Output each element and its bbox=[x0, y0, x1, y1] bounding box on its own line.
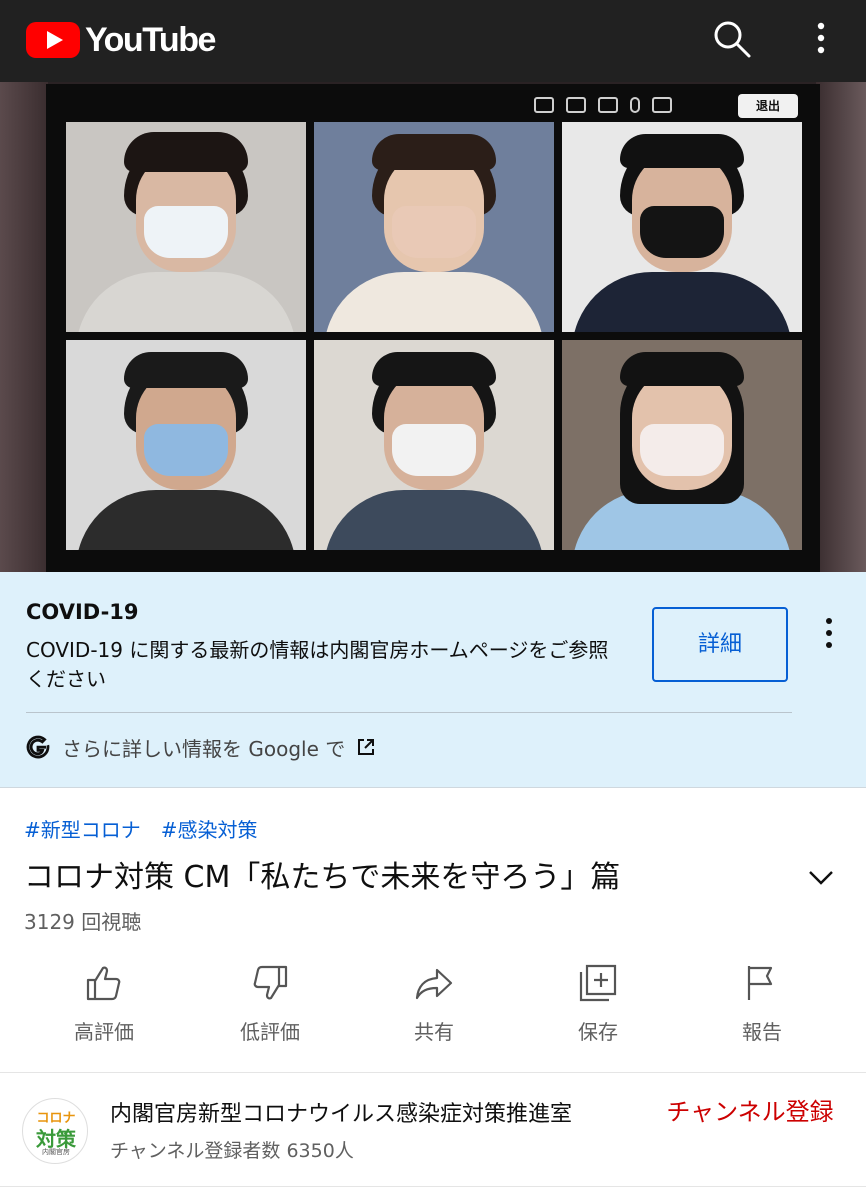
video-title[interactable]: コロナ対策 CM「私たちで未来を守ろう」篇 bbox=[24, 852, 620, 896]
participant-tile bbox=[66, 340, 306, 550]
channel-avatar[interactable]: コロナ 対策 内閣官房 bbox=[22, 1098, 88, 1164]
action-label: 低評価 bbox=[240, 1020, 300, 1044]
save-playlist-icon bbox=[579, 964, 617, 1002]
meeting-leave-button: 退出 bbox=[738, 94, 798, 118]
flag-icon bbox=[747, 966, 773, 1000]
mic-icon bbox=[630, 97, 640, 113]
participant-tile bbox=[562, 122, 802, 332]
external-link-icon bbox=[358, 739, 375, 755]
google-g-icon bbox=[26, 735, 50, 759]
avatar-text: 内閣官房 bbox=[42, 1148, 70, 1156]
report-button[interactable]: 報告 bbox=[702, 962, 822, 1045]
search-icon[interactable] bbox=[712, 19, 752, 59]
hashtag-link[interactable]: #感染対策 bbox=[161, 814, 258, 843]
action-label: 報告 bbox=[742, 1020, 782, 1044]
video-call-screen: 退出 bbox=[46, 84, 820, 572]
participant-tile bbox=[314, 340, 554, 550]
divider bbox=[0, 1072, 866, 1073]
participant-tile bbox=[66, 122, 306, 332]
participant-tile bbox=[314, 122, 554, 332]
action-label: 保存 bbox=[578, 1020, 618, 1044]
subscriber-count: チャンネル登録者数 6350人 bbox=[110, 1140, 354, 1162]
camera-icon bbox=[652, 97, 672, 113]
participant-tile bbox=[562, 340, 802, 550]
logo-text: YouTube bbox=[85, 20, 216, 59]
share-icon bbox=[415, 968, 453, 1000]
google-search-link[interactable]: さらに詳しい情報を Google で bbox=[26, 730, 375, 764]
action-label: 共有 bbox=[414, 1020, 454, 1044]
info-panel-title: COVID-19 bbox=[26, 600, 139, 624]
action-bar: 高評価 低評価 共有 保存 報告 bbox=[24, 962, 842, 1058]
info-panel-more-icon[interactable] bbox=[818, 613, 840, 653]
divider bbox=[0, 1186, 866, 1187]
thumbs-down-icon bbox=[253, 965, 288, 1000]
video-background-left bbox=[0, 82, 48, 572]
info-panel-body: COVID-19 に関する最新の情報は内閣官房ホームページをご参照ください bbox=[26, 638, 609, 691]
more-vert-icon[interactable] bbox=[806, 18, 836, 58]
save-button[interactable]: 保存 bbox=[538, 962, 658, 1045]
chat-icon bbox=[566, 97, 586, 113]
youtube-logo[interactable]: YouTube bbox=[26, 20, 216, 60]
details-button[interactable]: 詳細 bbox=[652, 607, 788, 682]
youtube-play-logo-icon bbox=[26, 22, 80, 58]
channel-name[interactable]: 内閣官房新型コロナウイルス感染症対策推進室 bbox=[110, 1096, 640, 1128]
video-player[interactable]: 退出 bbox=[0, 82, 866, 572]
view-count: 3129 回視聴 bbox=[24, 910, 142, 934]
chevron-down-icon[interactable] bbox=[806, 862, 836, 892]
like-button[interactable]: 高評価 bbox=[44, 962, 164, 1045]
dislike-button[interactable]: 低評価 bbox=[210, 962, 330, 1045]
screen-share-icon bbox=[598, 97, 618, 113]
thumbs-up-icon bbox=[86, 966, 121, 1001]
subscribe-button[interactable]: チャンネル登録 bbox=[664, 1098, 836, 1126]
google-link-text: さらに詳しい情報を Google で bbox=[62, 736, 346, 761]
participants-icon bbox=[534, 97, 554, 113]
info-panel-divider bbox=[26, 712, 792, 713]
top-app-bar: YouTube bbox=[0, 0, 866, 82]
hashtag-link[interactable]: #新型コロナ bbox=[24, 814, 141, 843]
hashtag-list: #新型コロナ #感染対策 bbox=[24, 814, 258, 843]
action-label: 高評価 bbox=[74, 1020, 134, 1044]
video-background-right bbox=[816, 82, 866, 572]
share-button[interactable]: 共有 bbox=[374, 962, 494, 1045]
